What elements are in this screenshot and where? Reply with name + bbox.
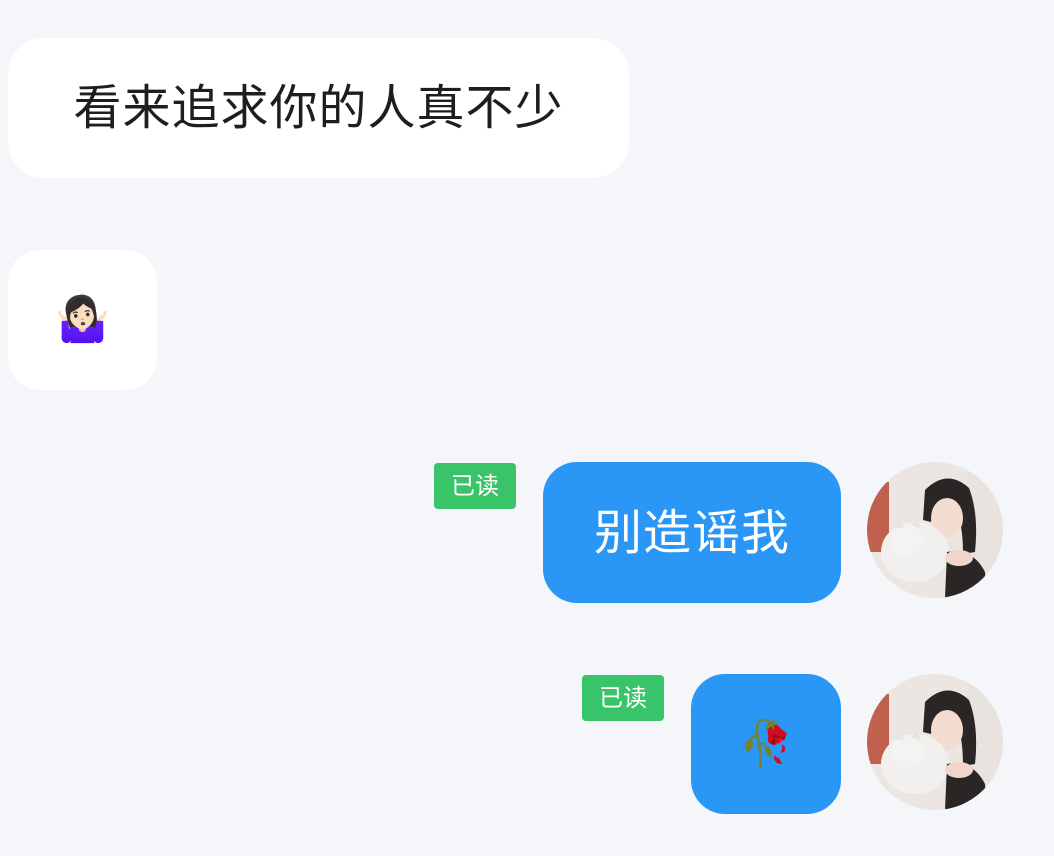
message-text: 看来追求你的人真不少 — [73, 80, 564, 136]
user-avatar[interactable] — [867, 674, 1003, 810]
read-status-badge: 已读 — [434, 463, 516, 509]
wilted-flower-icon: 🥀 — [738, 718, 794, 769]
message-text: 别造谣我 — [593, 504, 790, 561]
user-avatar[interactable] — [867, 462, 1003, 598]
read-status-badge: 已读 — [582, 675, 664, 721]
outgoing-message-bubble[interactable]: 别造谣我 — [543, 462, 841, 603]
chat-screen: { "messages": [ {"side": "incoming", "ty… — [0, 0, 1054, 856]
incoming-emoji-bubble[interactable]: 🤷🏻‍♀️ — [8, 250, 157, 390]
woman-shrugging-icon: 🤷🏻‍♀️ — [55, 294, 110, 345]
incoming-message-bubble[interactable]: 看来追求你的人真不少 — [8, 38, 629, 178]
outgoing-emoji-bubble[interactable]: 🥀 — [691, 674, 841, 814]
